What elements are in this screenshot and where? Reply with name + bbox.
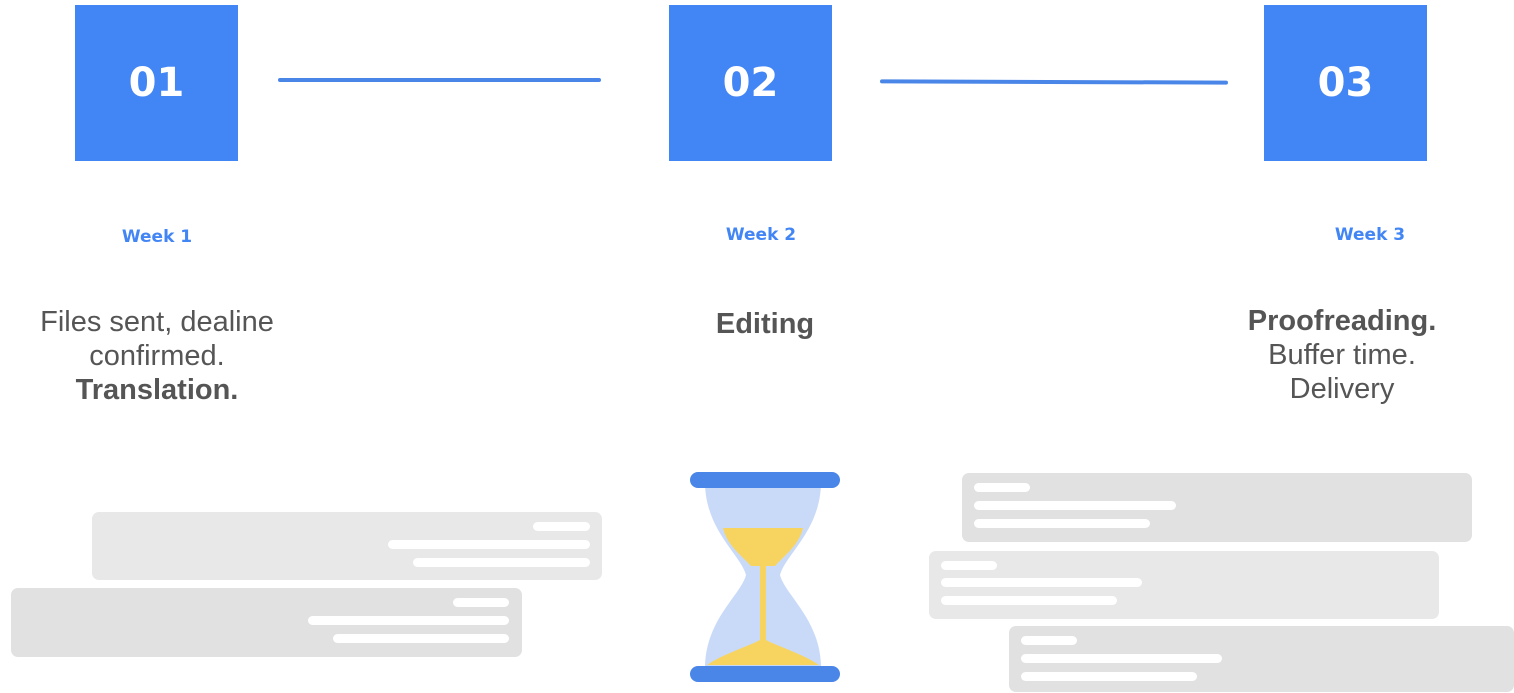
decorative-card [92, 512, 602, 580]
step-2-week-label: Week 2 [725, 225, 797, 245]
decorative-card [929, 551, 1439, 619]
step-3-description: Proofreading. Buffer time. Delivery [1172, 304, 1512, 406]
step-3-desc-line-2: Delivery [1289, 373, 1395, 405]
step-2-number-box: 02 [669, 5, 832, 161]
hourglass-icon [690, 472, 840, 682]
step-1-number: 01 [128, 60, 185, 106]
step-1-desc-line-2: confirmed. [89, 340, 225, 372]
connector-1-2 [278, 78, 601, 82]
step-2-number: 02 [722, 60, 779, 106]
step-3-number: 03 [1317, 60, 1374, 106]
step-2-desc-bold: Editing [715, 308, 815, 340]
connector-2-3 [879, 79, 1229, 85]
step-2-description: Editing [595, 307, 935, 341]
step-3-desc-bold: Proofreading. [1247, 305, 1437, 337]
decorative-card [11, 588, 522, 657]
step-3-number-box: 03 [1264, 5, 1427, 161]
step-1-desc-bold: Translation. [75, 374, 239, 406]
step-1-number-box: 01 [75, 5, 238, 161]
step-3-week-label: Week 3 [1334, 225, 1406, 245]
decorative-card [1009, 626, 1514, 692]
step-3-desc-line-1: Buffer time. [1268, 339, 1416, 371]
step-1-desc-line-1: Files sent, dealine [40, 306, 274, 338]
step-1-description: Files sent, dealine confirmed. Translati… [0, 305, 327, 407]
step-1-week-label: Week 1 [121, 227, 193, 247]
decorative-card [962, 473, 1472, 542]
